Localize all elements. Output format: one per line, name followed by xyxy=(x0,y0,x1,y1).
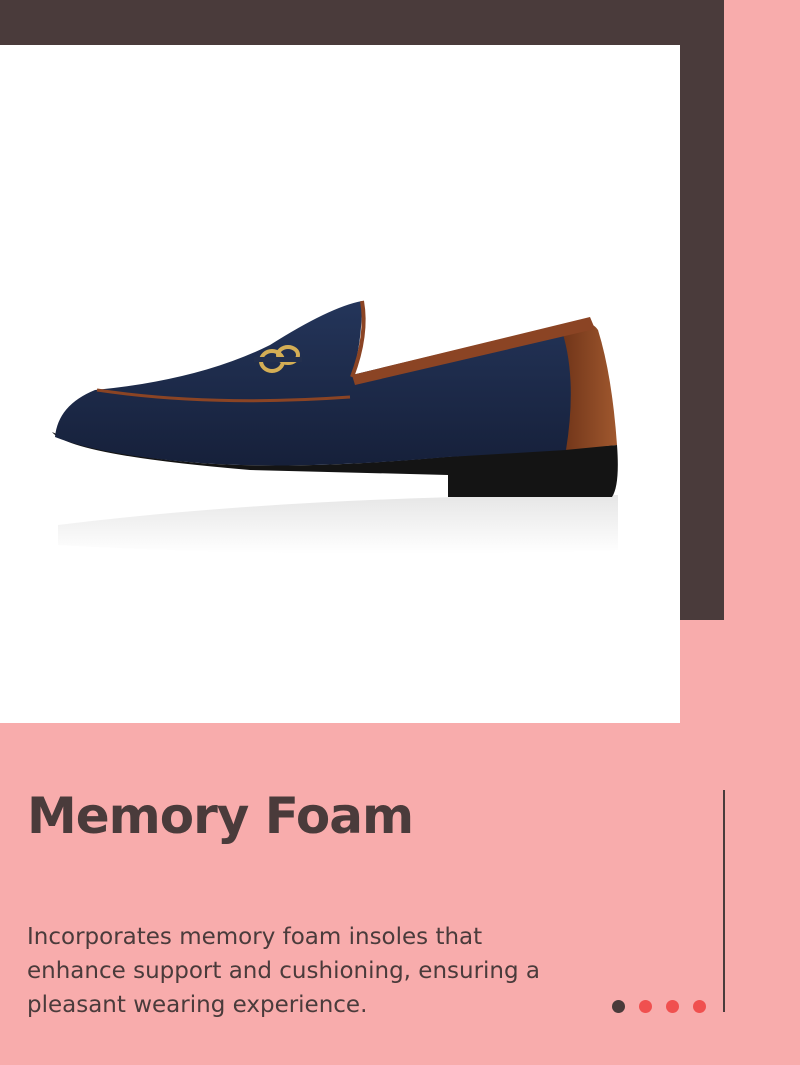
pagination-dots xyxy=(612,1000,706,1013)
shoe-upper xyxy=(55,301,571,466)
vertical-divider xyxy=(723,790,725,1012)
product-image xyxy=(0,45,680,723)
pagination-dot-3[interactable] xyxy=(666,1000,679,1013)
pagination-dot-2[interactable] xyxy=(639,1000,652,1013)
slide-title: Memory Foam xyxy=(27,787,414,845)
slide-description: Incorporates memory foam insoles that en… xyxy=(27,924,541,1018)
shoe-reflection xyxy=(58,495,618,554)
pagination-dot-4[interactable] xyxy=(693,1000,706,1013)
pagination-dot-1[interactable] xyxy=(612,1000,625,1013)
